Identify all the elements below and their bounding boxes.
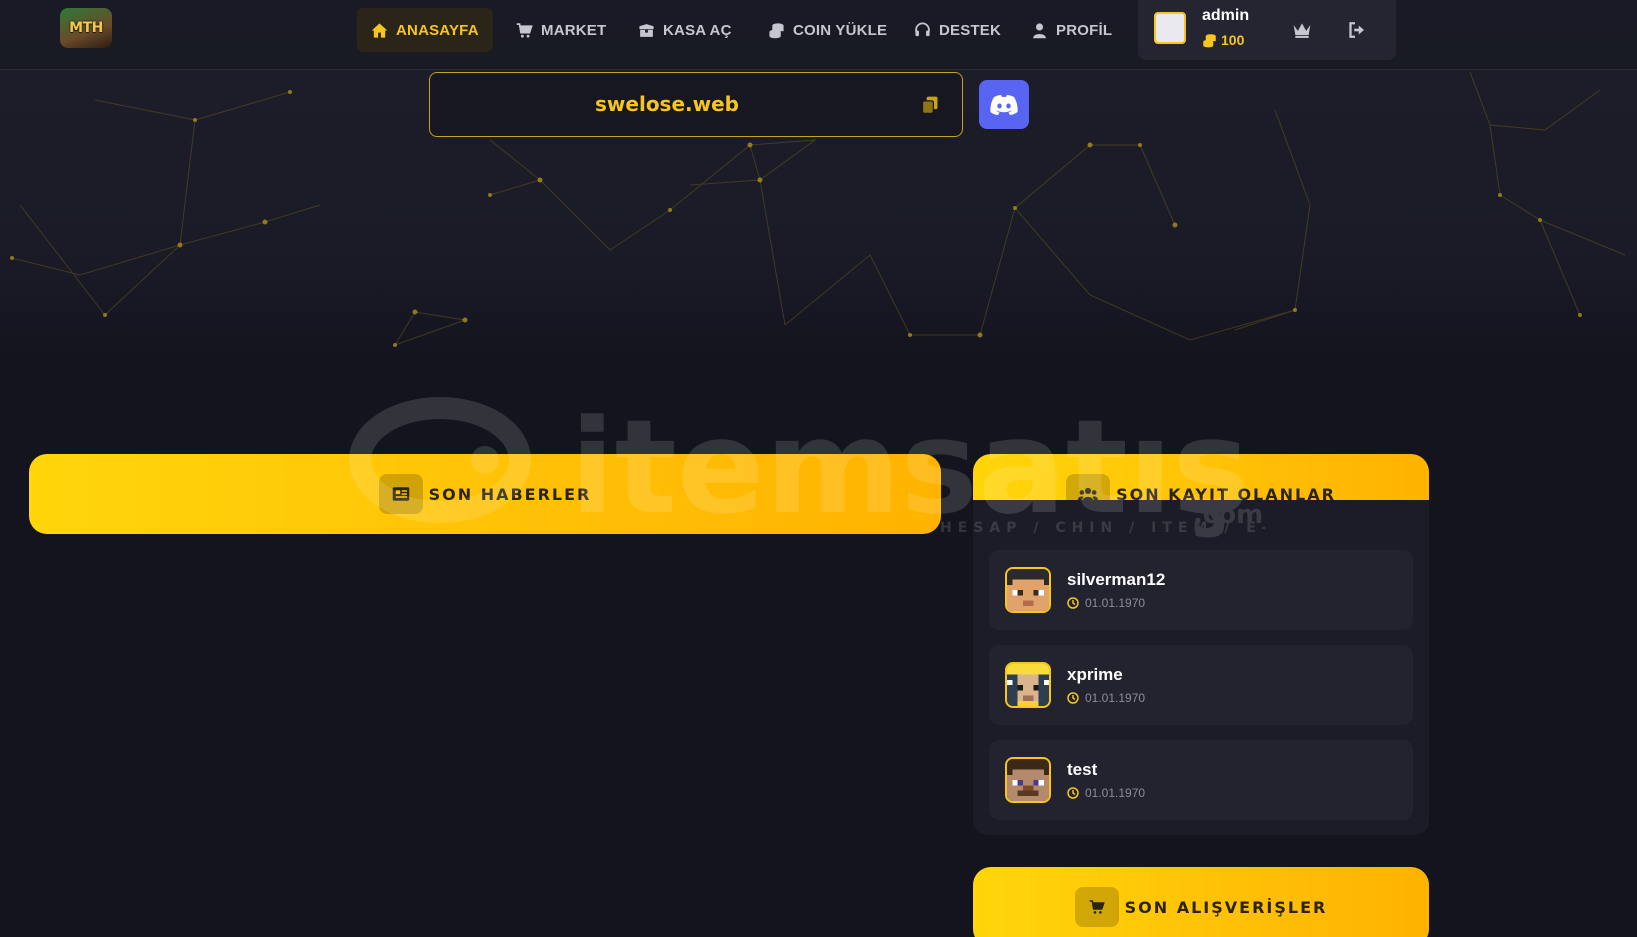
server-ip-box[interactable]: swelose.web	[429, 72, 963, 137]
clock-icon	[1067, 692, 1079, 704]
coins-icon	[769, 22, 784, 38]
top-navbar: MTH ANASAYFA MARKET KASA AÇ COIN YÜKLE D…	[0, 0, 1637, 70]
nav-item-label: PROFİL	[1056, 21, 1113, 39]
nav-item-label: ANASAYFA	[396, 21, 479, 39]
date-text: 01.01.1970	[1085, 691, 1146, 705]
logo-text: MTH	[69, 20, 103, 36]
list-item[interactable]: xprime 01.01.1970	[989, 645, 1413, 725]
site-logo[interactable]: MTH	[60, 8, 112, 48]
clock-icon	[1067, 597, 1079, 609]
nav-item-label: MARKET	[541, 21, 607, 39]
registrations-list: silverman12 01.01.1970 xprime 01.01.1970	[973, 500, 1429, 835]
news-section-header: SON HABERLER	[29, 454, 941, 534]
discord-button[interactable]	[979, 80, 1029, 129]
nav-item-kasa-ac[interactable]: KASA AÇ	[624, 8, 746, 52]
nav-item-profil[interactable]: PROFİL	[1017, 8, 1126, 52]
user-coin-balance: 100	[1202, 32, 1244, 48]
nav-item-coin-yukle[interactable]: COIN YÜKLE	[754, 8, 901, 52]
copy-icon[interactable]	[920, 95, 940, 115]
purchases-section-title: SON ALIŞVERİŞLER	[1124, 897, 1328, 917]
nav-item-label: DESTEK	[939, 21, 1002, 39]
date-text: 01.01.1970	[1085, 786, 1146, 800]
registration-date: 01.01.1970	[1067, 786, 1145, 800]
list-item[interactable]: test 01.01.1970	[989, 740, 1413, 820]
cart-icon	[516, 22, 533, 38]
nav-item-market[interactable]: MARKET	[502, 8, 620, 52]
player-avatar	[1005, 662, 1051, 708]
box-icon	[639, 23, 654, 37]
home-icon	[371, 22, 388, 38]
player-name: silverman12	[1067, 570, 1166, 589]
purchases-section-header: SON ALIŞVERİŞLER	[973, 867, 1429, 937]
crown-icon[interactable]	[1290, 18, 1314, 42]
nav-item-anasayfa[interactable]: ANASAYFA	[357, 8, 493, 52]
nav-item-destek[interactable]: DESTEK	[900, 8, 1015, 52]
discord-icon	[990, 94, 1018, 115]
player-name: xprime	[1067, 665, 1123, 684]
player-avatar	[1005, 567, 1051, 613]
nav-item-label: COIN YÜKLE	[793, 21, 888, 39]
coin-amount: 100	[1221, 32, 1245, 48]
cart-icon	[1074, 887, 1119, 927]
user-icon	[1033, 22, 1046, 38]
player-name: test	[1067, 760, 1098, 779]
player-avatar	[1005, 757, 1051, 803]
logout-icon[interactable]	[1344, 18, 1368, 42]
user-name: admin	[1202, 7, 1250, 24]
user-panel: admin 100	[1138, 0, 1396, 60]
nav-item-label: KASA AÇ	[663, 21, 732, 39]
registration-date: 01.01.1970	[1067, 596, 1145, 610]
registration-date: 01.01.1970	[1067, 691, 1145, 705]
clock-icon	[1067, 787, 1079, 799]
user-avatar[interactable]	[1154, 12, 1186, 44]
news-section-title: SON HABERLER	[428, 484, 592, 504]
server-ip: swelose.web	[595, 92, 739, 116]
newspaper-icon	[378, 474, 423, 514]
coins-icon	[1203, 33, 1216, 47]
list-item[interactable]: silverman12 01.01.1970	[989, 550, 1413, 630]
date-text: 01.01.1970	[1085, 596, 1146, 610]
headset-icon	[915, 22, 930, 36]
